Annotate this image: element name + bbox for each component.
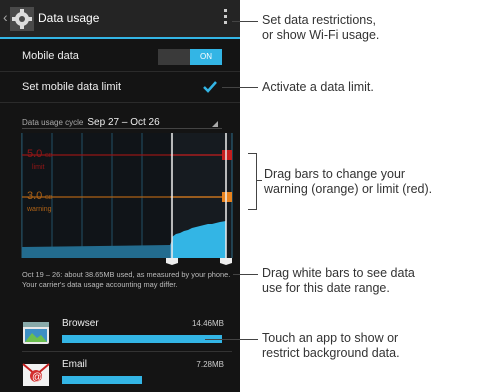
app-size: 7.28MB xyxy=(196,360,224,369)
phone-screen: ‹ Data usage Mobile data ON Set mobile d… xyxy=(0,0,240,392)
toggle-on-label: ON xyxy=(190,49,222,65)
outside-range-shade xyxy=(22,133,170,258)
cycle-label: Data usage cycle xyxy=(22,118,84,127)
callout-app: Touch an app to show or restrict backgrou… xyxy=(262,331,400,360)
callout-line-limit xyxy=(222,87,258,88)
warning-handle[interactable] xyxy=(222,192,232,202)
app-row-browser[interactable]: Browser 14.46MB xyxy=(0,313,240,351)
page-title: Data usage xyxy=(38,11,100,25)
action-bar: ‹ Data usage xyxy=(0,0,240,39)
set-limit-label: Set mobile data limit xyxy=(22,81,122,93)
settings-gear-icon[interactable] xyxy=(10,7,34,31)
dropdown-triangle-icon[interactable] xyxy=(212,121,218,127)
browser-icon xyxy=(23,322,49,344)
callout-line-menu xyxy=(232,21,258,22)
usage-chart[interactable]: 5.0 GB limit 3.0 GB warning xyxy=(0,133,240,265)
mobile-data-toggle[interactable]: ON xyxy=(158,49,222,65)
callout-limit: Activate a data limit. xyxy=(262,80,374,94)
svg-text:@: @ xyxy=(32,372,42,383)
callout-bracket-drag xyxy=(248,153,257,210)
cycle-underline xyxy=(22,128,222,129)
set-limit-row[interactable]: Set mobile data limit xyxy=(0,72,240,103)
app-size: 14.46MB xyxy=(191,319,224,328)
limit-handle[interactable] xyxy=(222,150,232,160)
email-icon: @ xyxy=(22,363,50,386)
app-name: Email xyxy=(62,359,88,370)
app-usage-bar xyxy=(62,376,142,384)
app-row-email[interactable]: @ Email 7.28MB xyxy=(0,354,240,392)
callout-line-app xyxy=(205,339,258,340)
mobile-data-row[interactable]: Mobile data ON xyxy=(0,41,240,72)
back-chevron-icon[interactable]: ‹ xyxy=(3,9,8,25)
checkmark-icon[interactable] xyxy=(202,79,218,95)
app-name: Browser xyxy=(62,318,99,329)
callout-line-drag xyxy=(256,180,262,181)
callout-drag: Drag bars to change your warning (orange)… xyxy=(264,167,433,196)
range-start-handle[interactable] xyxy=(166,258,178,265)
callout-line-range xyxy=(233,274,258,275)
cycle-value: Sep 27 – Oct 26 xyxy=(87,117,160,128)
range-end-handle[interactable] xyxy=(220,258,232,265)
callout-range: Drag white bars to see data use for this … xyxy=(262,266,415,295)
callout-menu: Set data restrictions, or show Wi-Fi usag… xyxy=(262,13,380,42)
app-usage-bar xyxy=(62,335,222,343)
mobile-data-label: Mobile data xyxy=(22,50,79,62)
overflow-menu-icon[interactable] xyxy=(224,9,228,29)
divider xyxy=(22,351,232,352)
usage-note: Oct 19 – 26: about 38.65MB used, as meas… xyxy=(22,270,231,289)
